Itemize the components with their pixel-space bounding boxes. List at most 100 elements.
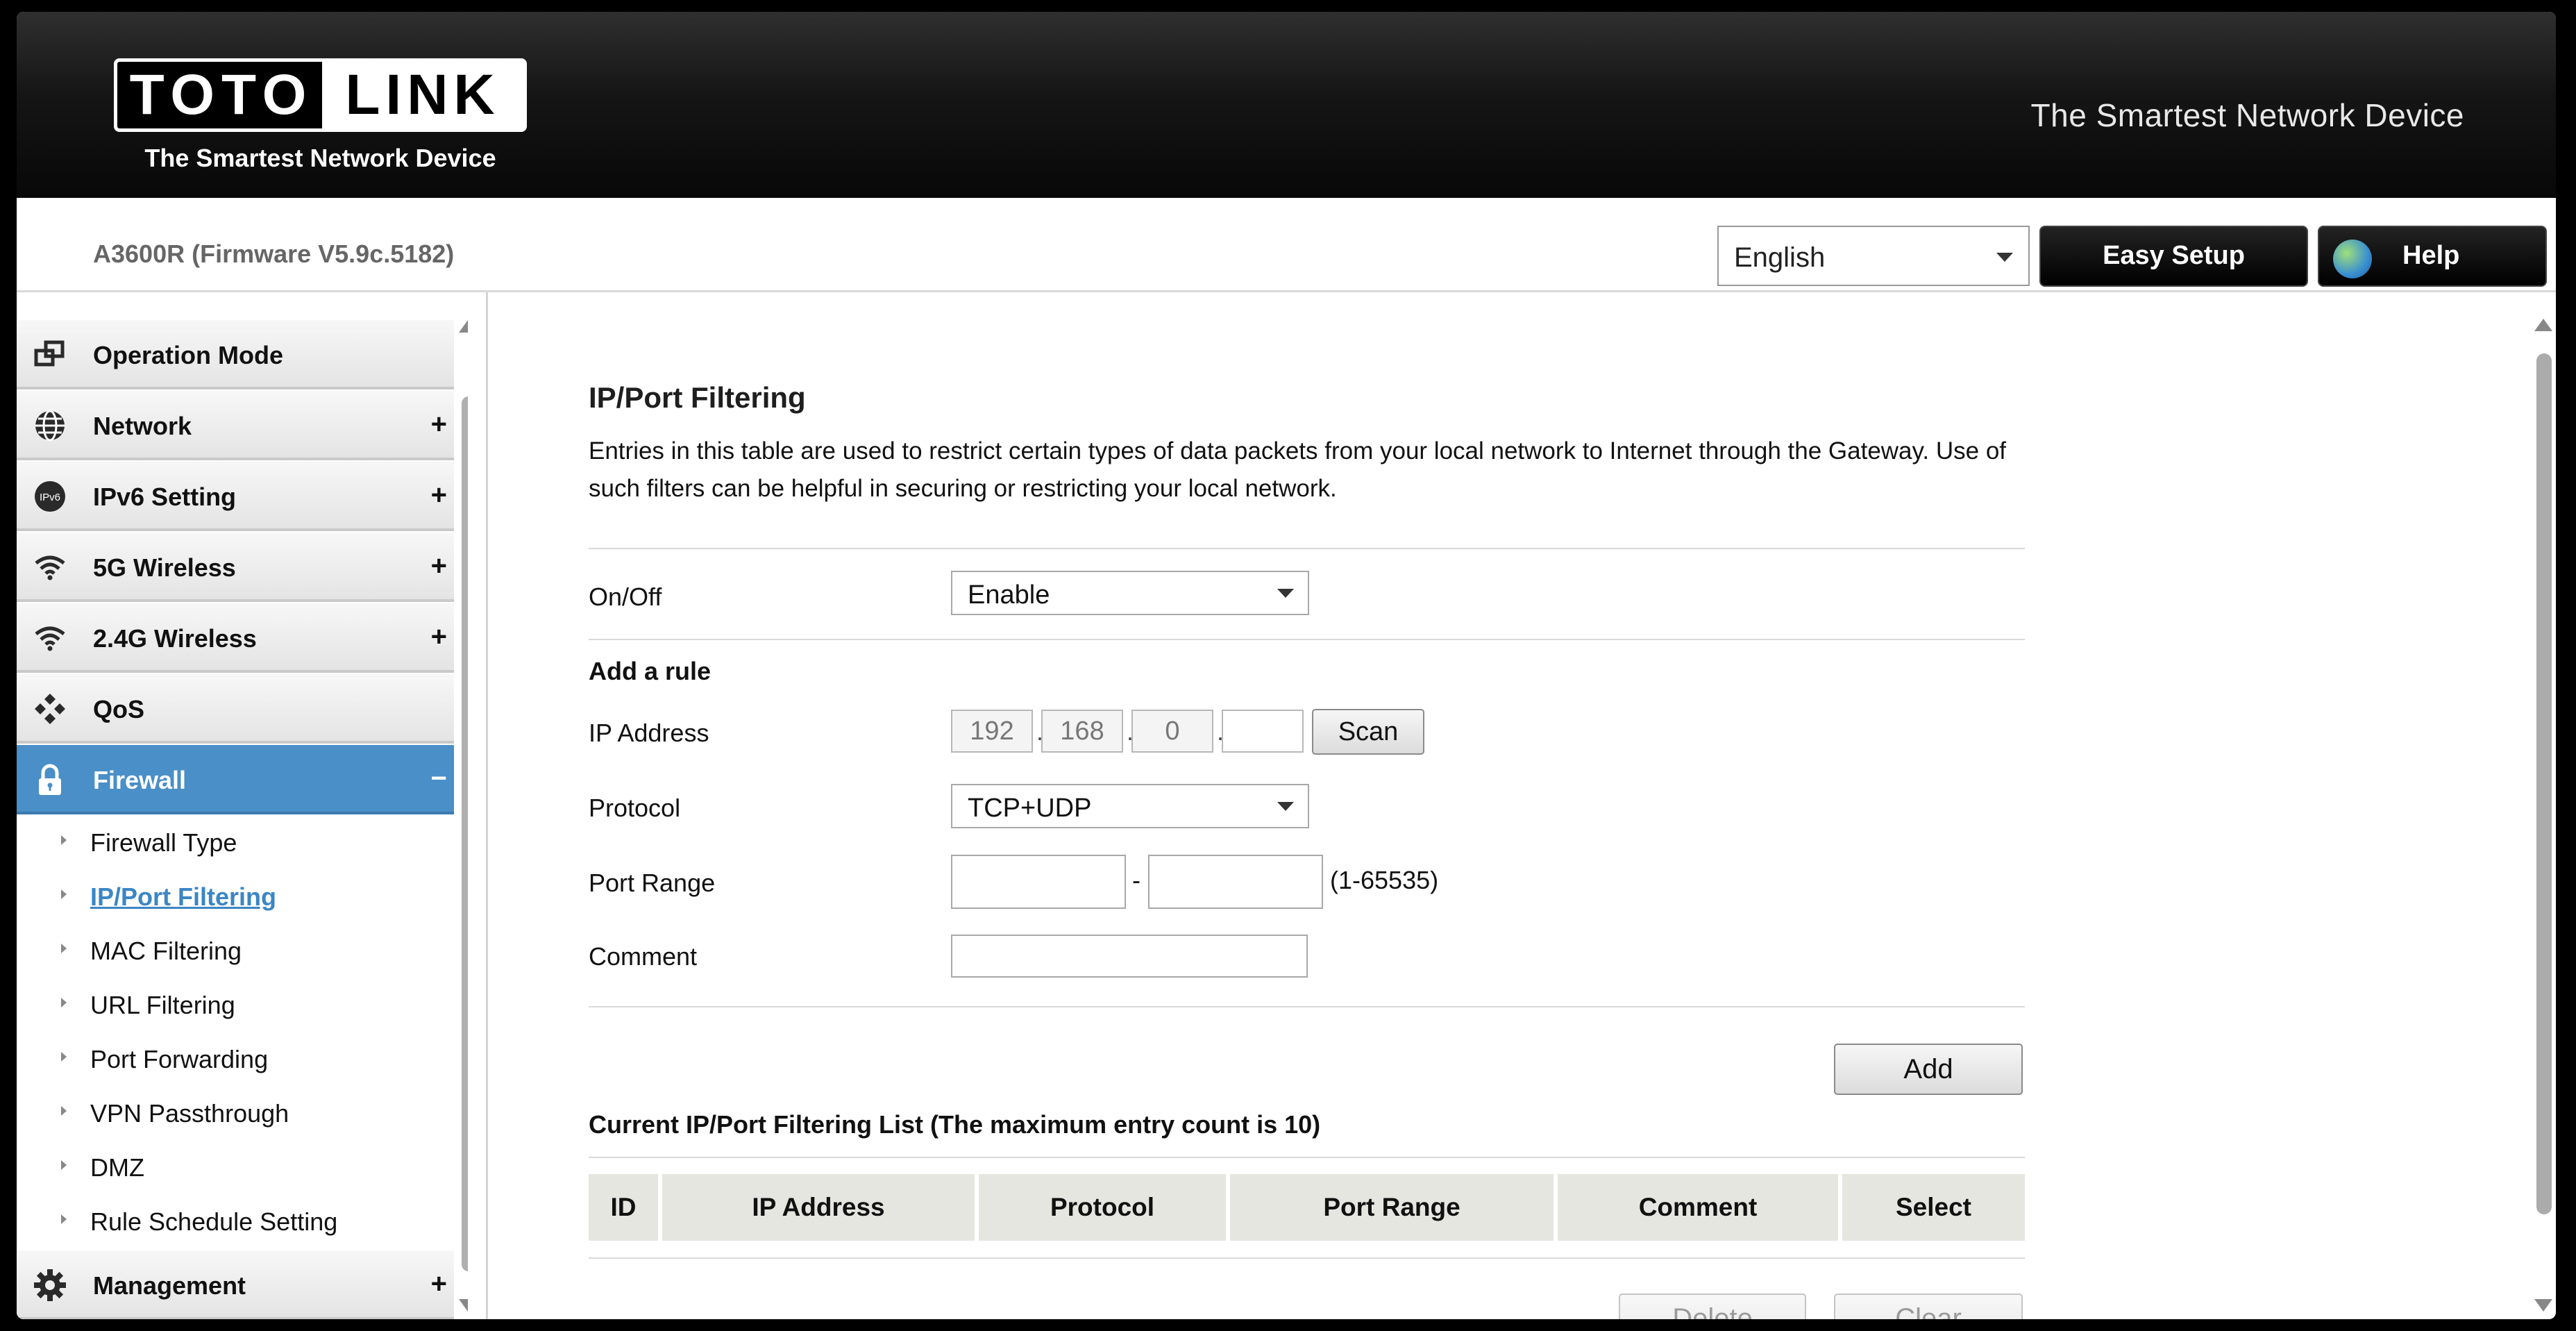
lock-icon [33,763,67,796]
sidebar-item-management[interactable]: Management + [17,1250,454,1319]
sidebar-subitem-label: Firewall Type [90,828,237,857]
router-admin-window: TOTO LINK The Smartest Network Device Th… [17,12,2556,1319]
bullet-icon [61,889,67,899]
scan-button[interactable]: Scan [1312,709,1424,755]
sidebar-nav: Operation Mode Network + IPv6 IPv6 Setti… [17,292,468,1319]
divider [589,1157,2025,1158]
protocol-select[interactable]: TCP+UDP [951,784,1309,828]
page-description: Entries in this table are used to restri… [589,437,2007,502]
protocol-value: TCP+UDP [968,794,1092,823]
easy-setup-button[interactable]: Easy Setup [2039,226,2308,287]
logo-text-left: TOTO [129,63,314,126]
sidebar-subitem-label: URL Filtering [90,991,235,1019]
sidebar-subitem-label: Port Forwarding [90,1045,269,1073]
language-value: English [1734,242,1826,273]
column-header-id: ID [589,1174,658,1241]
add-rule-heading: Add a rule [589,657,712,685]
sidebar-item-label: 5G Wireless [93,553,236,582]
header-banner: TOTO LINK The Smartest Network Device Th… [17,12,2556,198]
filter-table-header: ID IP Address Protocol Port Range Commen… [589,1174,2025,1241]
sidebar-item-2-4g-wireless[interactable]: 2.4G Wireless + [17,603,454,673]
sidebar-subitem-label: VPN Passthrough [90,1099,289,1128]
help-button[interactable]: Help [2318,226,2547,287]
expand-icon: + [430,409,447,440]
sidebar-subitem-rule-schedule-setting[interactable]: Rule Schedule Setting [17,1194,454,1248]
header-slogan: The Smartest Network Device [2030,97,2464,133]
onoff-select[interactable]: Enable [951,571,1309,615]
ip-octet-3-input[interactable]: 0 [1131,710,1213,753]
port-range-start-input[interactable] [951,855,1126,909]
bullet-icon [61,835,67,845]
sidebar-item-label: 2.4G Wireless [93,624,257,653]
top-toolbar: A3600R (Firmware V5.9c.5182) English Eas… [17,198,2556,292]
wifi-icon [33,551,67,584]
svg-text:IPv6: IPv6 [40,492,60,503]
model-firmware-label: A3600R (Firmware V5.9c.5182) [93,240,455,268]
scroll-down-icon[interactable] [2534,1299,2552,1312]
expand-icon: + [430,480,447,510]
divider [589,639,2025,640]
sidebar-subitem-dmz[interactable]: DMZ [17,1139,454,1194]
sidebar-subitem-port-forwarding[interactable]: Port Forwarding [17,1031,454,1085]
sidebar-subitem-firewall-type[interactable]: Firewall Type [17,814,454,869]
chevron-down-icon [1996,253,2013,262]
sidebar-subitem-url-filtering[interactable]: URL Filtering [17,977,454,1031]
sidebar-item-qos[interactable]: QoS [17,674,454,744]
sidebar-item-label: QoS [93,695,145,723]
sidebar-item-5g-wireless[interactable]: 5G Wireless + [17,533,454,602]
easy-setup-label: Easy Setup [2103,241,2245,270]
help-label: Help [2402,241,2460,270]
scroll-down-icon[interactable] [459,1299,468,1312]
ip-octet-1-input[interactable]: 192 [951,710,1033,753]
sidebar-subitem-vpn-passthrough[interactable]: VPN Passthrough [17,1085,454,1139]
comment-input[interactable] [951,935,1308,978]
scroll-up-icon[interactable] [459,320,468,333]
globe-icon [33,409,67,442]
port-range-end-input[interactable] [1148,855,1323,909]
bullet-icon [61,1106,67,1116]
column-header-protocol: Protocol [979,1174,1226,1241]
gear-icon [33,1269,67,1302]
bullet-icon [61,944,67,953]
bullet-icon [61,1052,67,1062]
sidebar-subitem-label: DMZ [90,1153,144,1182]
logo-tagline: The Smartest Network Device [144,144,496,172]
sidebar-subitem-mac-filtering[interactable]: MAC Filtering [17,923,454,977]
sidebar-scroll-thumb[interactable] [462,396,468,1271]
sidebar-item-label: IPv6 Setting [93,483,237,511]
clear-button[interactable]: Clear [1834,1294,2023,1319]
main-content: IP/Port Filtering Entries in this table … [489,292,2556,1319]
sidebar-item-operation-mode[interactable]: Operation Mode [17,320,454,390]
sidebar-scrollbar[interactable] [458,292,468,1319]
sidebar-item-firewall[interactable]: Firewall − [17,745,454,814]
port-range-label: Port Range [589,869,716,897]
totolink-logo: TOTO LINK [114,58,527,132]
sidebar-item-label: Operation Mode [93,341,284,369]
comment-label: Comment [589,942,698,971]
column-header-comment: Comment [1558,1174,1838,1241]
port-range-separator: - [1132,866,1140,894]
port-range-hint: (1-65535) [1330,866,1439,894]
main-scroll-thumb[interactable] [2536,353,2552,1214]
onoff-value: Enable [968,580,1050,610]
add-button[interactable]: Add [1834,1044,2023,1095]
scroll-up-icon[interactable] [2534,319,2552,331]
expand-icon: + [430,1269,447,1299]
operation-mode-icon [33,338,67,371]
sidebar-subitem-ip-port-filtering[interactable]: IP/Port Filtering [17,869,454,923]
ip-octet-4-input[interactable] [1222,710,1304,753]
expand-icon: + [430,621,447,652]
sidebar-item-network[interactable]: Network + [17,391,454,460]
chevron-down-icon [1277,802,1294,811]
delete-button[interactable]: Delete [1619,1294,1806,1319]
ip-octet-2-input[interactable]: 168 [1041,710,1123,753]
sidebar-item-ipv6-setting[interactable]: IPv6 IPv6 Setting + [17,462,454,531]
language-select[interactable]: English [1717,226,2030,286]
sidebar-divider [486,292,488,1319]
column-header-port-range: Port Range [1230,1174,1554,1241]
main-scrollbar[interactable] [2531,292,2556,1319]
column-header-select: Select [1842,1174,2025,1241]
divider [589,548,2025,549]
collapse-icon: − [430,763,447,794]
sidebar-item-label: Network [93,412,192,440]
